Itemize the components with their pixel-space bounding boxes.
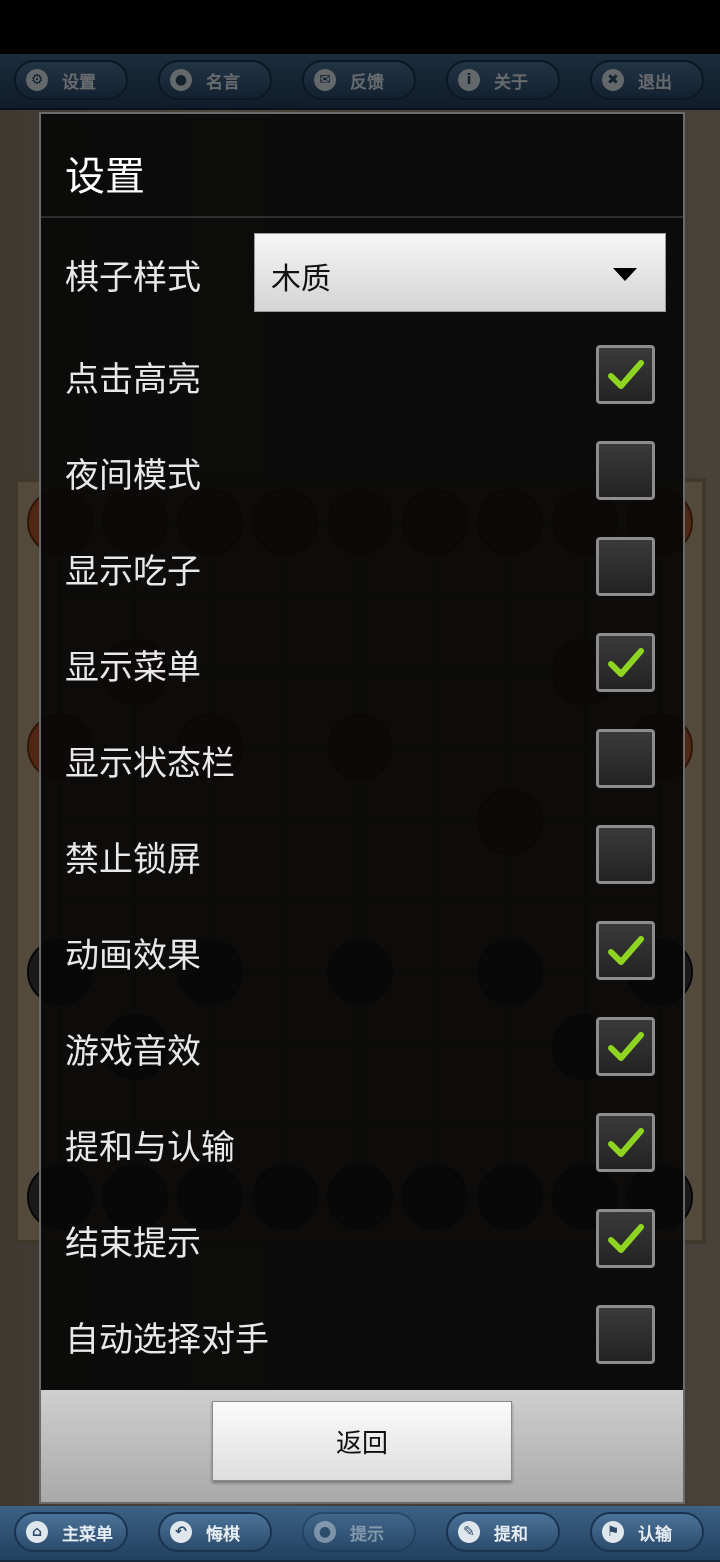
offer-draw-label: 提和	[494, 1524, 528, 1545]
resign-button[interactable]: ⚑ 认输	[590, 1512, 704, 1552]
piece-style-select[interactable]: 木质	[254, 233, 666, 312]
show-status-bar-checkbox[interactable]	[596, 729, 655, 788]
undo-button[interactable]: ↶ 悔棋	[158, 1512, 272, 1552]
checkmark-icon	[608, 1032, 644, 1061]
undo-icon: ↶	[170, 1521, 192, 1543]
status-bar	[0, 0, 720, 54]
option-label: 显示状态栏	[65, 744, 235, 784]
checkmark-icon	[608, 936, 644, 965]
show-menu-checkbox[interactable]	[596, 633, 655, 692]
checkmark-icon	[608, 1128, 644, 1157]
resign-label: 认输	[638, 1524, 672, 1545]
back-button[interactable]: 返回	[212, 1401, 512, 1481]
dialog-title: 设置	[65, 154, 145, 200]
undo-label: 悔棋	[206, 1524, 240, 1545]
bottom-menu-bar: ⌂ 主菜单 ↶ 悔棋 ● 提示 ✎ 提和 ⚑ 认输	[0, 1506, 720, 1562]
checkmark-icon	[608, 1224, 644, 1253]
sound-checkbox[interactable]	[596, 1017, 655, 1076]
option-label: 显示吃子	[65, 552, 201, 592]
draw-resign-checkbox[interactable]	[596, 1113, 655, 1172]
piece-style-label: 棋子样式	[65, 258, 201, 298]
animation-checkbox[interactable]	[596, 921, 655, 980]
main-menu-button[interactable]: ⌂ 主菜单	[14, 1512, 128, 1552]
dropdown-arrow-icon	[613, 268, 637, 281]
pencil-icon: ✎	[458, 1521, 480, 1543]
option-label: 夜间模式	[65, 456, 201, 496]
option-label: 游戏音效	[65, 1032, 201, 1072]
option-label: 显示菜单	[65, 648, 201, 688]
dialog-footer: 返回	[41, 1390, 683, 1502]
end-hint-checkbox[interactable]	[596, 1209, 655, 1268]
title-divider	[41, 216, 683, 218]
checkmark-icon	[608, 648, 644, 677]
option-label: 点击高亮	[65, 360, 201, 400]
checkmark-icon	[608, 360, 644, 389]
option-label: 提和与认输	[65, 1128, 235, 1168]
hint-button[interactable]: ● 提示	[302, 1512, 416, 1552]
option-label: 动画效果	[65, 936, 201, 976]
home-icon: ⌂	[26, 1521, 48, 1543]
prevent-lock-checkbox[interactable]	[596, 825, 655, 884]
settings-dialog: 设置 棋子样式 木质 点击高亮 夜间模式 显示吃子 显示菜单 显示状态栏 禁止锁…	[39, 112, 685, 1504]
main-menu-label: 主菜单	[62, 1524, 113, 1545]
hint-icon: ●	[314, 1521, 336, 1543]
option-label: 禁止锁屏	[65, 840, 201, 880]
option-label: 结束提示	[65, 1224, 201, 1264]
night-mode-checkbox[interactable]	[596, 441, 655, 500]
click-highlight-checkbox[interactable]	[596, 345, 655, 404]
offer-draw-button[interactable]: ✎ 提和	[446, 1512, 560, 1552]
show-captured-checkbox[interactable]	[596, 537, 655, 596]
auto-opponent-checkbox[interactable]	[596, 1305, 655, 1364]
flag-icon: ⚑	[602, 1521, 624, 1543]
option-label: 自动选择对手	[65, 1320, 269, 1360]
hint-label: 提示	[350, 1524, 384, 1545]
piece-style-value: 木质	[271, 262, 331, 297]
